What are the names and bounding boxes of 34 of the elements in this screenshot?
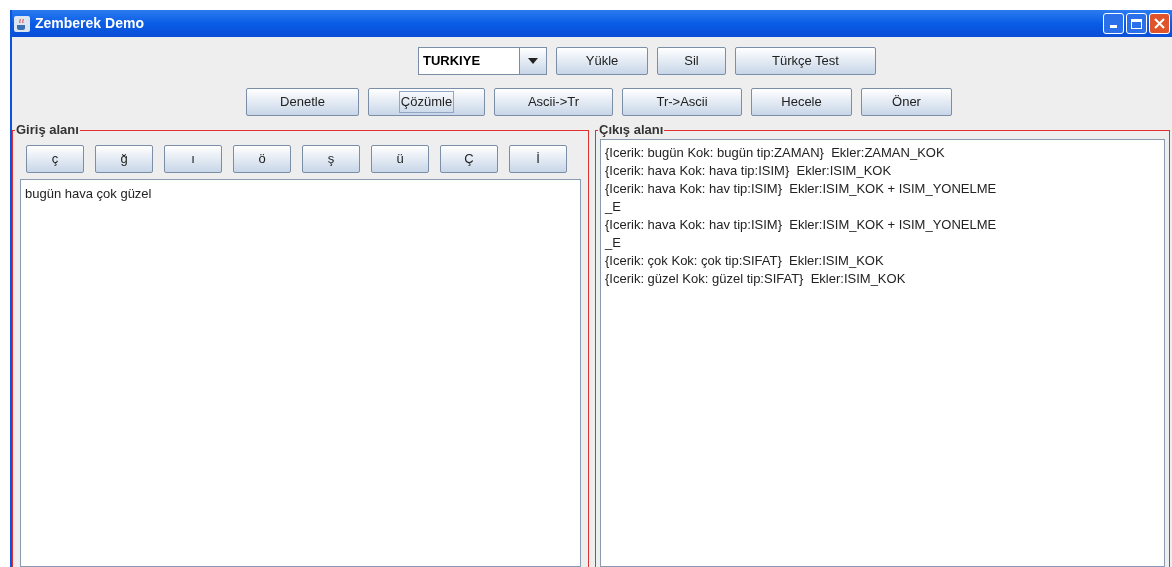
character-button[interactable]: ö [233, 145, 291, 173]
output-line: {Icerik: hava Kok: hav tip:ISIM} Ekler:ISIM_KOK + ISIM_YONELME [605, 180, 997, 198]
character-button[interactable]: İ [509, 145, 567, 173]
input-text-area[interactable]: bugün hava çok güzel [20, 179, 581, 567]
output-line: _E [605, 234, 621, 252]
action-button[interactable]: Tr->Ascii [622, 88, 742, 116]
output-line: {Icerik: hava Kok: hava tip:ISIM} Ekler:ISIM_KOK [605, 162, 892, 180]
character-button[interactable]: ı [164, 145, 222, 173]
action-button[interactable]: Öner [861, 88, 952, 116]
action-button[interactable]: Yükle [556, 47, 648, 75]
character-button[interactable]: Ç [440, 145, 498, 173]
output-line: {Icerik: hava Kok: hav tip:ISIM} Ekler:ISIM_KOK + ISIM_YONELME [605, 216, 997, 234]
action-button[interactable]: Türkçe Test [735, 47, 876, 75]
output-line: {Icerik: güzel Kok: güzel tip:SIFAT} Ekler:ISIM_KOK [605, 270, 906, 288]
close-button[interactable] [1149, 13, 1170, 34]
output-line: _E [605, 198, 621, 216]
country-dropdown[interactable]: TURKIYE [418, 47, 547, 75]
coffee-cup-icon [14, 15, 30, 32]
output-line: {Icerik: bugün Kok: bugün tip:ZAMAN} Ekler:ZAMAN_KOK [605, 144, 945, 162]
minimize-button[interactable] [1103, 13, 1124, 34]
character-button[interactable]: ş [302, 145, 360, 173]
close-icon [1154, 18, 1165, 29]
action-button[interactable]: Ascii->Tr [494, 88, 613, 116]
character-button[interactable]: ç [26, 145, 84, 173]
character-button[interactable]: ğ [95, 145, 153, 173]
maximize-button[interactable] [1126, 13, 1147, 34]
action-button[interactable]: Sil [657, 47, 726, 75]
dropdown-arrow-icon [528, 58, 538, 64]
window-title: Zemberek Demo [35, 14, 144, 33]
action-button[interactable]: Denetle [246, 88, 359, 116]
action-button[interactable]: Çözümle [368, 88, 485, 116]
output-line: {Icerik: çok Kok: çok tip:SIFAT} Ekler:ISIM_KOK [605, 252, 884, 270]
action-button[interactable]: Hecele [751, 88, 852, 116]
character-button[interactable]: ü [371, 145, 429, 173]
